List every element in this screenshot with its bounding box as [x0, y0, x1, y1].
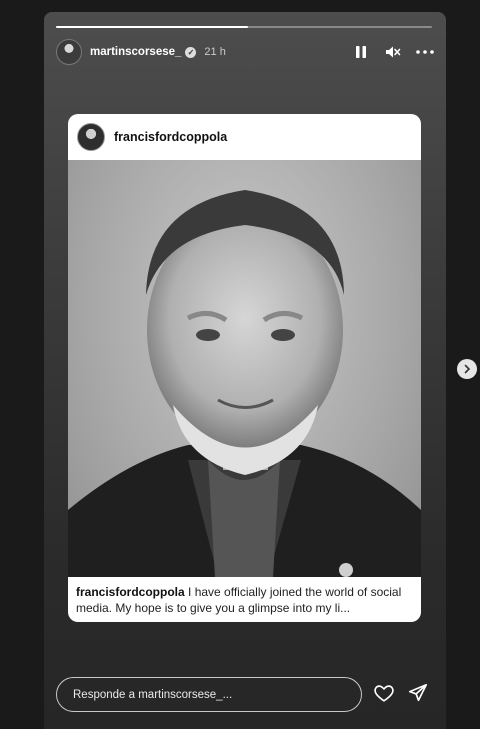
author-avatar[interactable]	[56, 39, 82, 65]
verified-badge-icon: ✓	[185, 46, 197, 58]
story-progress-bar	[56, 26, 432, 28]
reply-input[interactable]	[57, 678, 361, 711]
post-photo	[68, 160, 421, 577]
send-button[interactable]	[407, 682, 429, 704]
post-author-avatar[interactable]	[77, 123, 105, 151]
send-icon	[408, 683, 428, 702]
story-progress-fill	[56, 26, 248, 28]
muted-speaker-icon[interactable]	[384, 43, 402, 61]
caption-username[interactable]: francisfordcoppola	[76, 585, 185, 599]
chevron-right-icon	[464, 364, 471, 374]
author-username[interactable]: martinscorsese_	[90, 46, 181, 58]
next-story-button[interactable]	[457, 359, 477, 379]
like-button[interactable]	[373, 682, 395, 704]
shared-post-card[interactable]: francisfordcoppola francisfordcoppola I …	[68, 114, 421, 622]
post-caption: francisfordcoppola I have officially joi…	[68, 577, 421, 622]
story-header: martinscorsese_ ✓ 21 h	[56, 38, 434, 66]
post-header: francisfordcoppola	[68, 114, 421, 160]
heart-icon	[374, 685, 394, 702]
story-timestamp: 21 h	[204, 46, 226, 58]
reply-bar	[56, 677, 362, 712]
more-options-icon[interactable]	[416, 43, 434, 61]
pause-icon[interactable]	[352, 43, 370, 61]
story-viewer: martinscorsese_ ✓ 21 h francisfordcoppol…	[44, 12, 446, 729]
story-controls	[352, 43, 434, 61]
post-author-username[interactable]: francisfordcoppola	[114, 130, 227, 144]
